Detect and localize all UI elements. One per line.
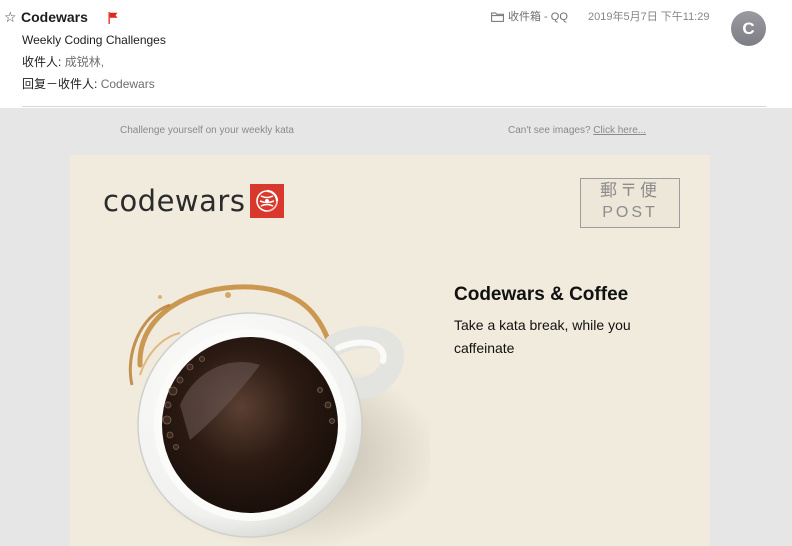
mailbox-folder[interactable]: 收件箱 - QQ bbox=[491, 10, 568, 24]
cant-see-text: Can't see images? bbox=[508, 125, 591, 136]
newsletter-card: codewars 郵〒便 POST Codewars & Coffee Take… bbox=[70, 155, 710, 546]
folder-icon bbox=[491, 12, 504, 22]
to-row: 收件人: 成锐林, bbox=[22, 54, 104, 70]
promo-text: Take a kata break, while you caffeinate bbox=[454, 317, 631, 356]
email-body: Challenge yourself on your weekly kata C… bbox=[0, 108, 792, 546]
codewars-badge-icon bbox=[250, 184, 285, 218]
email-subject: Weekly Coding Challenges bbox=[22, 33, 166, 47]
flag-icon[interactable] bbox=[108, 12, 118, 24]
coffee-cup-image bbox=[128, 284, 430, 546]
reply-to-label: 回复－收件人: bbox=[22, 77, 98, 91]
logo-wordmark: codewars bbox=[103, 184, 246, 218]
click-here-link[interactable]: Click here... bbox=[593, 125, 646, 136]
sender-name[interactable]: Codewars bbox=[21, 9, 88, 26]
reply-to-value[interactable]: Codewars bbox=[101, 77, 155, 91]
post-stamp: 郵〒便 POST bbox=[580, 178, 680, 228]
stamp-japanese: 郵〒便 bbox=[600, 181, 660, 200]
to-label: 收件人: bbox=[22, 55, 62, 69]
mail-header: ☆ Codewars Weekly Coding Challenges 收件人:… bbox=[0, 0, 792, 108]
folder-label: 收件箱 - QQ bbox=[508, 11, 568, 23]
stamp-post: POST bbox=[602, 204, 658, 221]
reply-to-row: 回复－收件人: Codewars bbox=[22, 76, 155, 92]
promo-title: Codewars & Coffee bbox=[454, 284, 629, 305]
avatar-initial: C bbox=[742, 18, 755, 38]
sender-avatar[interactable]: C bbox=[731, 11, 766, 46]
received-date: 2019年5月7日 下午11:29 bbox=[588, 11, 710, 23]
to-value[interactable]: 成锐林, bbox=[65, 55, 104, 69]
cant-see-images: Can't see images? Click here... bbox=[508, 125, 646, 137]
preheader-text: Challenge yourself on your weekly kata bbox=[120, 125, 294, 136]
header-divider bbox=[22, 106, 766, 107]
codewars-logo[interactable]: codewars bbox=[103, 184, 285, 218]
star-icon[interactable]: ☆ bbox=[4, 8, 17, 26]
